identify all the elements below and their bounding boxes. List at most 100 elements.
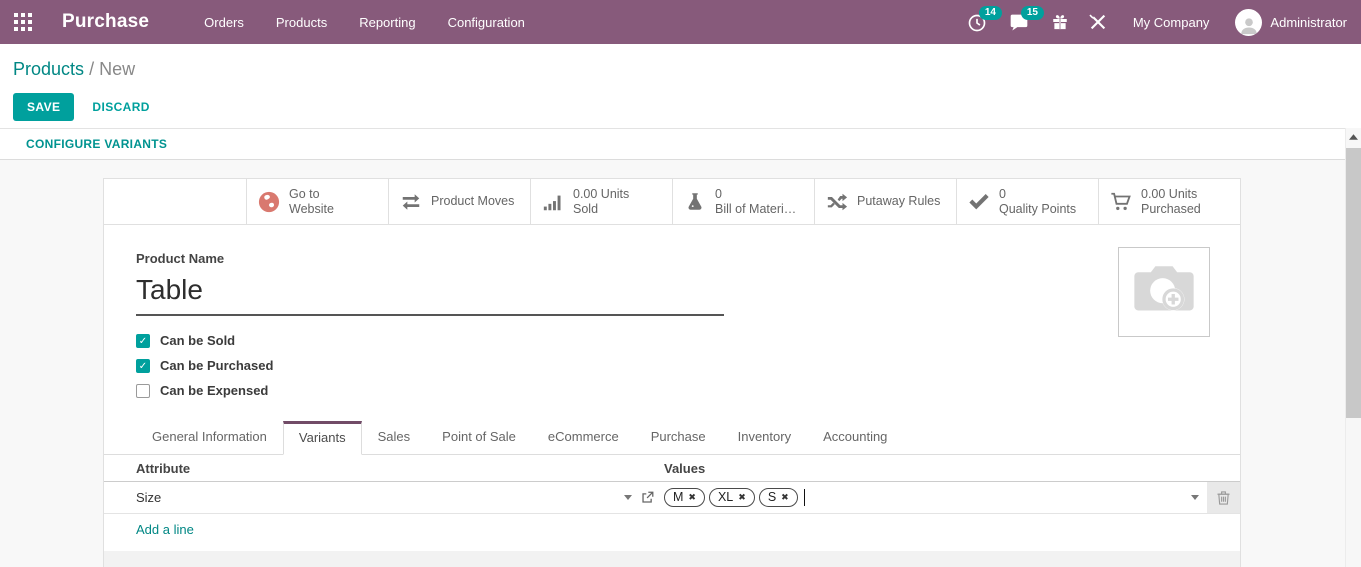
remove-tag-icon[interactable]: ✖ — [688, 493, 696, 502]
can-be-purchased-label: Can be Purchased — [160, 358, 273, 373]
nav-orders[interactable]: Orders — [204, 15, 244, 30]
tab-inventory[interactable]: Inventory — [722, 420, 807, 454]
button-box: Go to Website Product Moves — [104, 179, 1240, 225]
can-be-purchased-row: ✓ Can be Purchased — [136, 353, 1208, 378]
notebook-tabs: General Information Variants Sales Point… — [104, 420, 1240, 455]
remove-tag-icon[interactable]: ✖ — [781, 493, 789, 502]
table-header-row: Attribute Values — [104, 455, 1240, 482]
tab-accounting[interactable]: Accounting — [807, 420, 903, 454]
button-box-spacer — [104, 179, 246, 224]
vertical-scrollbar[interactable] — [1345, 128, 1361, 567]
nav-configuration[interactable]: Configuration — [448, 15, 525, 30]
flask-icon — [684, 191, 706, 213]
topbar: Purchase Orders Products Reporting Confi… — [0, 0, 1361, 44]
check-icon: ✓ — [139, 336, 147, 347]
control-panel: Products / New SAVE DISCARD — [0, 44, 1361, 128]
tools-button[interactable] — [1089, 13, 1107, 31]
values-dropdown-caret-icon[interactable] — [1191, 495, 1199, 500]
odoo-window: Purchase Orders Products Reporting Confi… — [0, 0, 1361, 567]
check-icon: ✓ — [139, 361, 147, 372]
units-purchased-button[interactable]: 0.00 Units Purchased — [1098, 179, 1240, 224]
cart-icon — [1110, 191, 1132, 213]
chevron-up-icon — [1349, 134, 1358, 140]
breadcrumb-products-link[interactable]: Products — [13, 59, 84, 79]
delete-row-button[interactable] — [1207, 482, 1240, 513]
attribute-column-header: Attribute — [104, 461, 664, 476]
button-label: 0 Quality Points — [999, 187, 1076, 217]
product-moves-button[interactable]: Product Moves — [388, 179, 530, 224]
scroll-up-button[interactable] — [1346, 128, 1361, 146]
rewards-button[interactable] — [1051, 13, 1069, 31]
product-name-input[interactable]: Table — [136, 274, 724, 316]
units-sold-button[interactable]: 0.00 Units Sold — [530, 179, 672, 224]
product-name-label: Product Name — [136, 251, 1208, 266]
discard-button[interactable]: DISCARD — [80, 93, 161, 121]
can-be-sold-label: Can be Sold — [160, 333, 235, 348]
tab-ecommerce[interactable]: eCommerce — [532, 420, 635, 454]
messages-button[interactable]: 15 — [1009, 11, 1031, 33]
attribute-value[interactable]: Size — [136, 490, 161, 505]
breadcrumb-separator: / — [89, 59, 94, 79]
form-statusbar: CONFIGURE VARIANTS — [0, 128, 1361, 160]
values-column-header: Values — [664, 461, 1240, 476]
value-tag: M ✖ — [664, 488, 705, 507]
user-name: Administrator — [1270, 15, 1347, 30]
nav-products[interactable]: Products — [276, 15, 327, 30]
shuffle-icon — [826, 191, 848, 213]
text-cursor — [804, 489, 805, 506]
form-sheet: Go to Website Product Moves — [103, 178, 1241, 567]
button-label: Product Moves — [431, 194, 514, 209]
variants-table: Attribute Values Size — [104, 455, 1240, 567]
company-switcher[interactable]: My Company — [1133, 15, 1210, 30]
internal-link-icon[interactable] — [641, 491, 654, 504]
app-title[interactable]: Purchase — [62, 11, 149, 33]
button-label: Go to Website — [289, 187, 334, 217]
button-label: 0.00 Units Sold — [573, 187, 629, 217]
configure-variants-button[interactable]: CONFIGURE VARIANTS — [26, 137, 167, 151]
go-to-website-button[interactable]: Go to Website — [246, 179, 388, 224]
product-image-upload[interactable] — [1118, 247, 1210, 337]
can-be-expensed-label: Can be Expensed — [160, 383, 268, 398]
button-label: 0 Bill of Materi… — [715, 187, 796, 217]
can-be-purchased-checkbox[interactable]: ✓ — [136, 359, 150, 373]
section-separator — [104, 551, 1240, 567]
table-row: Size — [104, 482, 1240, 514]
tab-sales[interactable]: Sales — [362, 420, 427, 454]
button-label: 0.00 Units Purchased — [1141, 187, 1201, 217]
tab-variants[interactable]: Variants — [283, 421, 362, 455]
attribute-dropdown-caret-icon[interactable] — [624, 495, 632, 500]
can-be-sold-row: ✓ Can be Sold — [136, 328, 1208, 353]
bill-of-materials-button[interactable]: 0 Bill of Materi… — [672, 179, 814, 224]
scrollbar-thumb[interactable] — [1346, 148, 1361, 418]
tab-point-of-sale[interactable]: Point of Sale — [426, 420, 532, 454]
activities-button[interactable]: 14 — [967, 11, 989, 33]
breadcrumb-current: New — [99, 59, 135, 79]
tab-general-information[interactable]: General Information — [136, 420, 283, 454]
trash-icon — [1216, 490, 1231, 505]
apps-menu-icon[interactable] — [14, 13, 32, 31]
can-be-sold-checkbox[interactable]: ✓ — [136, 334, 150, 348]
globe-icon — [258, 191, 280, 213]
button-label: Putaway Rules — [857, 194, 940, 209]
user-menu[interactable]: Administrator — [1235, 9, 1347, 36]
top-navigation: Orders Products Reporting Configuration — [204, 15, 525, 30]
breadcrumb: Products / New — [13, 59, 1361, 80]
nav-reporting[interactable]: Reporting — [359, 15, 415, 30]
value-tag: XL ✖ — [709, 488, 755, 507]
check-icon — [968, 191, 990, 213]
save-button[interactable]: SAVE — [13, 93, 74, 121]
can-be-expensed-checkbox[interactable] — [136, 384, 150, 398]
activity-count-badge: 14 — [979, 6, 1002, 20]
tab-purchase[interactable]: Purchase — [635, 420, 722, 454]
exchange-icon — [400, 191, 422, 213]
tools-icon — [1089, 13, 1107, 31]
add-a-line-link[interactable]: Add a line — [104, 514, 1240, 546]
quality-points-button[interactable]: 0 Quality Points — [956, 179, 1098, 224]
gift-icon — [1051, 13, 1069, 31]
remove-tag-icon[interactable]: ✖ — [738, 493, 746, 502]
person-icon — [1238, 14, 1260, 36]
putaway-rules-button[interactable]: Putaway Rules — [814, 179, 956, 224]
message-count-badge: 15 — [1021, 6, 1044, 20]
form-view: Go to Website Product Moves — [0, 160, 1345, 567]
avatar — [1235, 9, 1262, 36]
